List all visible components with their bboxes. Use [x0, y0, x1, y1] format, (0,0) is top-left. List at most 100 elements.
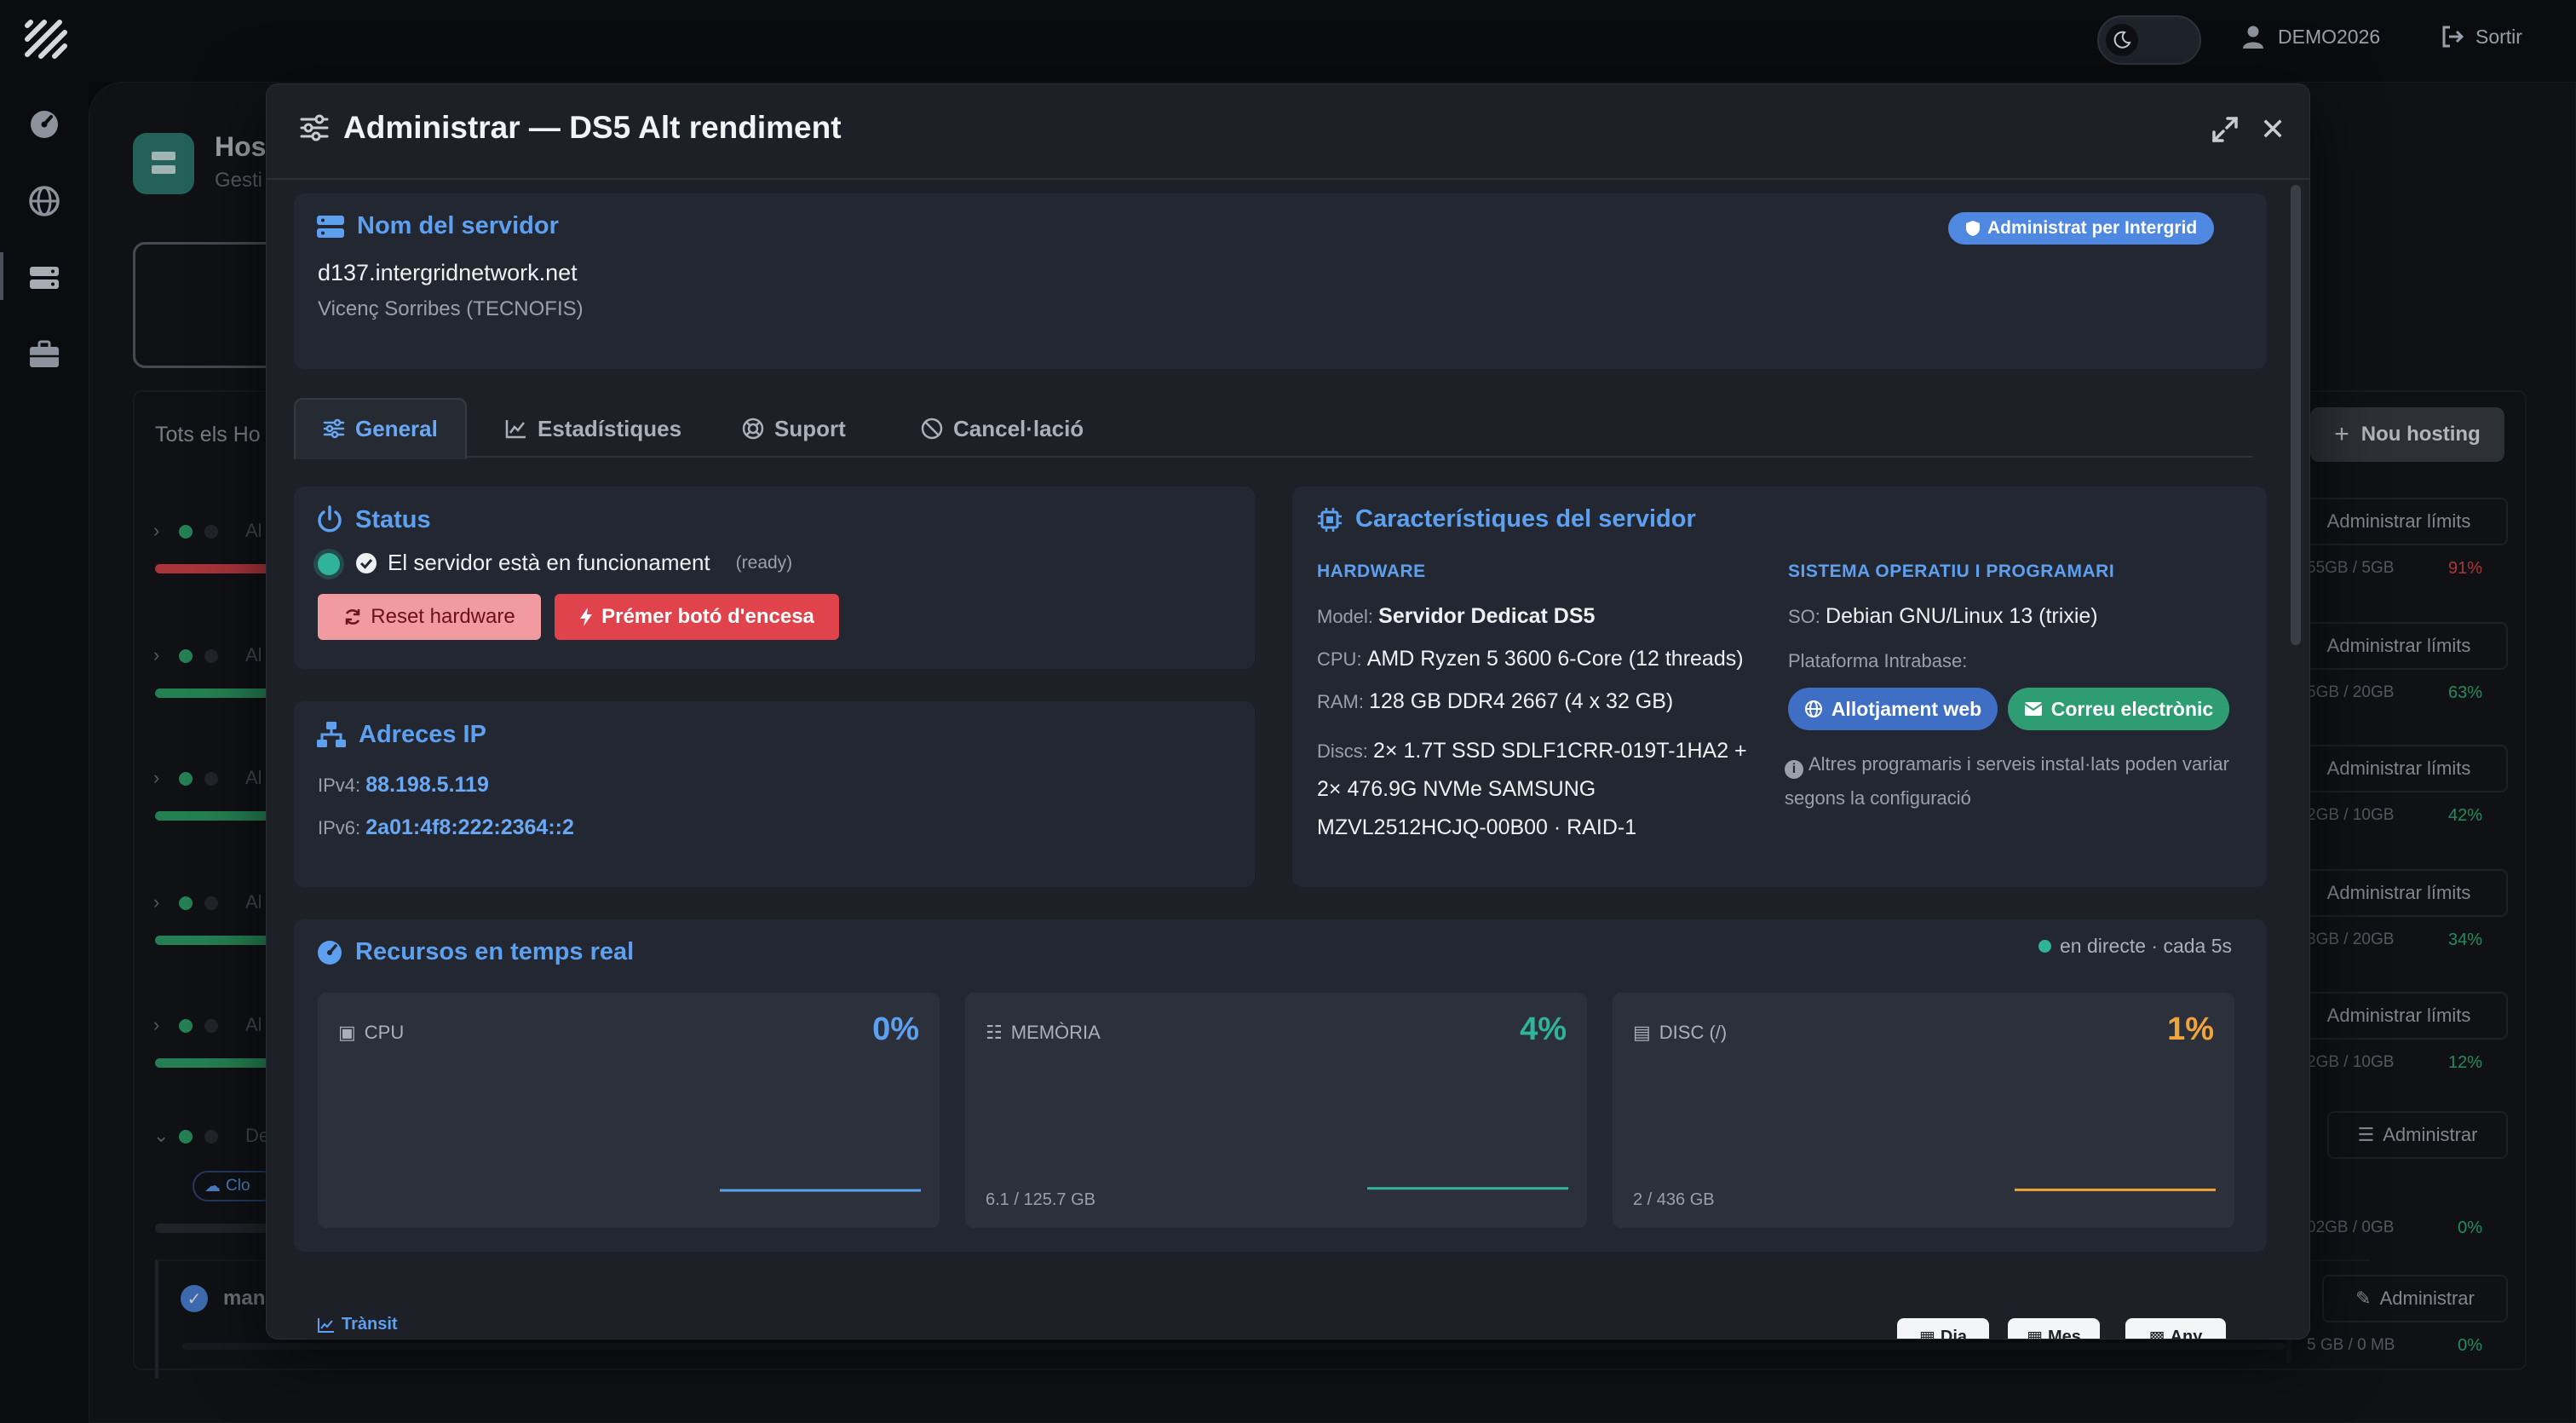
modal-title-text: Administrar — DS5 Alt rendiment: [343, 110, 842, 145]
power-button-label: Prémer botó d'encesa: [601, 605, 814, 628]
info-icon: i: [1785, 760, 1803, 779]
period-day-button[interactable]: ▦ Dia: [1897, 1318, 1989, 1339]
dashboard-icon[interactable]: [27, 107, 61, 141]
chart-line-icon: [505, 418, 527, 439]
tab-general-label: General: [355, 415, 438, 441]
globe-icon[interactable]: [27, 184, 61, 218]
managed-badge: Administrat per Intergrid: [1948, 212, 2215, 245]
os-heading: SISTEMA OPERATIU I PROGRAMARI: [1788, 562, 2115, 581]
period-year-label: Any: [2170, 1327, 2203, 1339]
sidebar-active-indicator: [0, 252, 3, 300]
web-hosting-chip-label: Allotjament web: [1831, 697, 1982, 720]
tab-statistics-label: Estadístiques: [538, 415, 682, 441]
ipv4-value[interactable]: 88.198.5.119: [365, 773, 489, 797]
tab-support[interactable]: Suport: [715, 398, 873, 459]
briefcase-icon[interactable]: [27, 337, 61, 372]
power-button[interactable]: Prémer botó d'encesa: [555, 594, 839, 640]
disk-gauge: ▤ DISC (/) 1% 2 / 436 GB: [1613, 993, 2234, 1228]
chip-icon: ▣: [338, 1022, 356, 1043]
memory-gauge: ☷ MEMÒRIA 4% 6.1 / 125.7 GB: [965, 993, 1587, 1228]
transit-title: Trànsit: [318, 1315, 398, 1334]
reset-hardware-label: Reset hardware: [371, 605, 515, 628]
period-month-button[interactable]: ▦ Mes: [2008, 1318, 2100, 1339]
software-note-text: Altres programaris i serveis instal·lats…: [1785, 753, 2229, 809]
specs-title: Característiques del servidor: [1316, 505, 1696, 533]
tab-statistics[interactable]: Estadístiques: [478, 398, 709, 459]
user-menu[interactable]: DEMO2026: [2240, 24, 2380, 49]
period-year-button[interactable]: ▩ Any: [2125, 1318, 2226, 1339]
hardware-heading: HARDWARE: [1317, 562, 1426, 581]
modal-tabs: General Estadístiques Suport Cancel·laci…: [294, 398, 2253, 459]
chart-bar-icon: ▩: [2148, 1328, 2165, 1339]
memory-icon: ☷: [986, 1022, 1003, 1043]
so-value: Debian GNU/Linux 13 (trixie): [1826, 604, 2098, 628]
resources-title: Recursos en temps real: [316, 938, 634, 966]
status-state: (ready): [735, 552, 793, 573]
discs-label: Discs:: [1317, 740, 1368, 762]
logout-label: Sortir: [2475, 25, 2522, 48]
ipv6-value[interactable]: 2a01:4f8:222:2364::2: [365, 815, 574, 839]
reset-hardware-button[interactable]: Reset hardware: [318, 594, 541, 640]
bolt-icon: [579, 607, 593, 627]
period-month-label: Mes: [2048, 1327, 2081, 1339]
web-hosting-chip[interactable]: Allotjament web: [1788, 688, 1998, 730]
ip-title-text: Adreces IP: [359, 720, 486, 748]
hard-drive-icon: ▤: [1633, 1022, 1651, 1043]
live-indicator: en directe · cada 5s: [2038, 935, 2232, 958]
disk-gauge-label-text: DISC (/): [1659, 1022, 1728, 1043]
discs-line-3: MZVL2512HCJQ-00B00 · RAID-1: [1317, 815, 1637, 839]
server-icon[interactable]: [27, 261, 61, 295]
so-row: SO: Debian GNU/Linux 13 (trixie): [1788, 604, 2098, 629]
live-dot: [2038, 940, 2051, 953]
memory-gauge-sub: 6.1 / 125.7 GB: [986, 1190, 1095, 1209]
admin-modal: Administrar — DS5 Alt rendiment ✕ Nom de…: [266, 84, 2310, 1339]
theme-toggle[interactable]: [2097, 15, 2201, 65]
status-card: [294, 487, 1255, 669]
ip-title: Adreces IP: [316, 720, 486, 749]
chip-icon: [1316, 506, 1343, 533]
discs-line-1: 2× 1.7T SSD SDLF1CRR-019T-1HA2 +: [1373, 739, 1747, 763]
globe-icon: [1804, 700, 1823, 718]
tab-support-label: Suport: [774, 415, 846, 441]
cpu-label: CPU:: [1317, 648, 1362, 670]
memory-sparkline: [1367, 1187, 1568, 1190]
cpu-gauge-value: 0%: [872, 1011, 919, 1047]
ipv4-label: IPv4:: [318, 775, 361, 796]
tab-general[interactable]: General: [294, 398, 467, 459]
specs-title-text: Característiques del servidor: [1355, 505, 1696, 533]
modal-scrollbar[interactable]: [2291, 185, 2301, 645]
memory-gauge-label: ☷ MEMÒRIA: [986, 1022, 1101, 1044]
close-icon[interactable]: ✕: [2260, 112, 2286, 147]
disk-gauge-sub: 2 / 436 GB: [1633, 1190, 1715, 1209]
email-chip[interactable]: Correu electrònic: [2008, 688, 2229, 730]
transit-title-text: Trànsit: [342, 1315, 398, 1334]
server-icon: [316, 214, 345, 239]
model-value: Servidor Dedicat DS5: [1378, 604, 1596, 628]
status-text: El servidor està en funcionament: [388, 550, 710, 575]
top-bar: DEMO2026 Sortir: [0, 0, 2576, 82]
resources-title-text: Recursos en temps real: [355, 938, 635, 965]
discs-line-2: 2× 476.9G NVMe SAMSUNG: [1317, 777, 1596, 801]
power-icon: [316, 505, 343, 534]
logout-button[interactable]: Sortir: [2440, 24, 2522, 49]
ipv6-row: IPv6: 2a01:4f8:222:2364::2: [318, 815, 574, 840]
server-hostname: d137.intergridnetwork.net: [318, 260, 578, 285]
server-name-title-text: Nom del servidor: [357, 212, 559, 239]
so-label: SO:: [1788, 606, 1820, 627]
live-text: en directe · cada 5s: [2060, 935, 2233, 957]
network-icon: [316, 720, 347, 749]
gauge-icon: [316, 939, 343, 966]
software-note: i Altres programaris i serveis instal·lat…: [1785, 747, 2236, 815]
tab-cancellation-label: Cancel·lació: [953, 415, 1084, 441]
tab-cancellation[interactable]: Cancel·lació: [894, 398, 1111, 459]
memory-gauge-value: 4%: [1520, 1011, 1567, 1047]
disk-gauge-value: 1%: [2167, 1011, 2214, 1047]
ipv4-row: IPv4: 88.198.5.119: [318, 773, 489, 798]
platform-label: Plataforma Intrabase:: [1788, 650, 1968, 671]
status-title: Status: [316, 505, 431, 534]
user-icon: [2240, 24, 2266, 49]
chart-line-icon: [318, 1317, 335, 1333]
expand-icon[interactable]: [2211, 115, 2240, 144]
sidebar-rail: [0, 0, 89, 1423]
cpu-value: AMD Ryzen 5 3600 6-Core (12 threads): [1366, 647, 1744, 671]
